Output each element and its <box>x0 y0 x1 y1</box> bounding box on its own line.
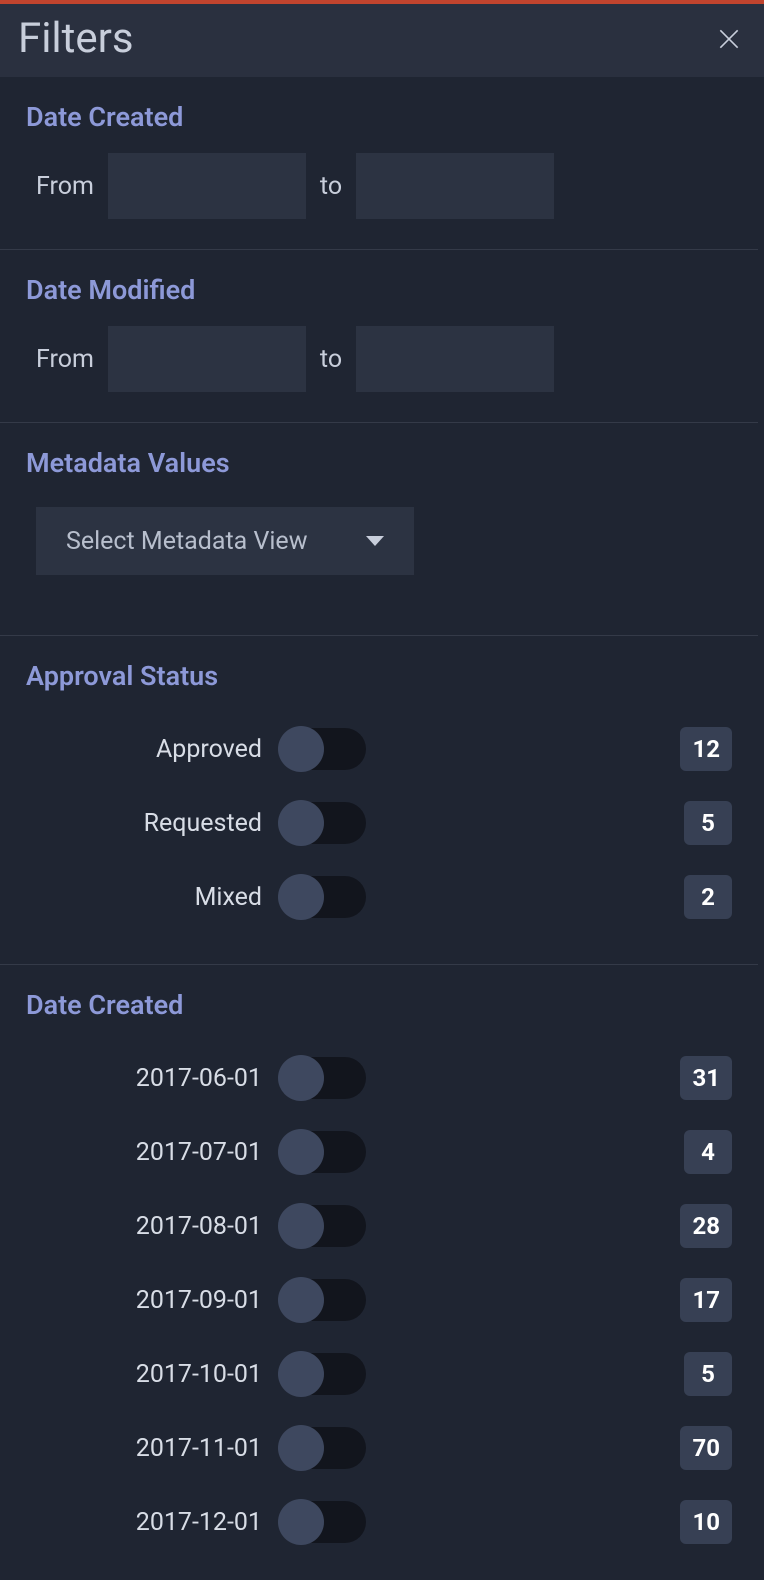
section-date-created: Date Created From to <box>0 77 758 250</box>
toggle-knob <box>278 800 324 846</box>
facet-row-date: 2017-07-01 4 <box>26 1115 732 1189</box>
section-title-date-created: Date Created <box>26 101 732 133</box>
toggle-knob <box>278 1203 324 1249</box>
panel-header: Filters <box>0 4 764 77</box>
date-created-from-input[interactable] <box>108 153 306 219</box>
date-created-to-input[interactable] <box>356 153 554 219</box>
date-created-range: From to <box>26 153 732 219</box>
facet-label: 2017-09-01 <box>26 1286 262 1315</box>
toggle-date-6[interactable] <box>280 1501 366 1543</box>
toggle-knob <box>278 874 324 920</box>
facet-row-date: 2017-11-01 70 <box>26 1411 732 1485</box>
facet-label: 2017-07-01 <box>26 1138 262 1167</box>
section-title-metadata: Metadata Values <box>26 447 732 479</box>
toggle-date-3[interactable] <box>280 1279 366 1321</box>
count-badge: 10 <box>680 1500 732 1544</box>
toggle-date-0[interactable] <box>280 1057 366 1099</box>
facet-row-mixed: Mixed 2 <box>26 860 732 934</box>
panel-title: Filters <box>18 14 134 63</box>
facet-row-approved: Approved 12 <box>26 712 732 786</box>
facet-label: 2017-11-01 <box>26 1434 262 1463</box>
facet-label: 2017-12-01 <box>26 1508 262 1537</box>
toggle-approved[interactable] <box>280 728 366 770</box>
facet-label: 2017-06-01 <box>26 1064 262 1093</box>
toggle-knob <box>278 726 324 772</box>
facet-label: Approved <box>26 735 262 764</box>
toggle-knob <box>278 1351 324 1397</box>
facet-label: Requested <box>26 809 262 838</box>
toggle-knob <box>278 1425 324 1471</box>
section-approval-status: Approval Status Approved 12 Requested 5 … <box>0 636 758 965</box>
toggle-knob <box>278 1277 324 1323</box>
date-modified-range: From to <box>26 326 732 392</box>
toggle-date-1[interactable] <box>280 1131 366 1173</box>
close-button[interactable] <box>712 22 746 56</box>
from-label: From <box>36 172 94 201</box>
count-badge: 17 <box>680 1278 732 1322</box>
count-badge: 2 <box>684 875 732 919</box>
toggle-mixed[interactable] <box>280 876 366 918</box>
count-badge: 70 <box>680 1426 732 1470</box>
toggle-knob <box>278 1055 324 1101</box>
toggle-date-2[interactable] <box>280 1205 366 1247</box>
count-badge: 5 <box>684 801 732 845</box>
from-label: From <box>36 345 94 374</box>
section-title-date-modified: Date Modified <box>26 274 732 306</box>
section-title-approval-status: Approval Status <box>26 660 732 692</box>
toggle-knob <box>278 1129 324 1175</box>
panel-body[interactable]: Date Created From to Date Modified From … <box>0 77 764 1580</box>
toggle-date-4[interactable] <box>280 1353 366 1395</box>
facet-row-date: 2017-12-01 10 <box>26 1485 732 1559</box>
date-modified-to-input[interactable] <box>356 326 554 392</box>
section-metadata-values: Metadata Values Select Metadata View <box>0 423 758 636</box>
toggle-requested[interactable] <box>280 802 366 844</box>
section-date-created-facets: Date Created 2017-06-01 31 2017-07-01 4 … <box>0 965 758 1580</box>
count-badge: 12 <box>680 727 732 771</box>
toggle-knob <box>278 1499 324 1545</box>
date-modified-from-input[interactable] <box>108 326 306 392</box>
facet-row-date: 2017-06-01 31 <box>26 1041 732 1115</box>
section-date-modified: Date Modified From to <box>0 250 758 423</box>
count-badge: 4 <box>684 1130 732 1174</box>
facet-label: 2017-10-01 <box>26 1360 262 1389</box>
facet-row-date: 2017-10-01 5 <box>26 1337 732 1411</box>
toggle-date-5[interactable] <box>280 1427 366 1469</box>
count-badge: 28 <box>680 1204 732 1248</box>
facet-row-requested: Requested 5 <box>26 786 732 860</box>
count-badge: 5 <box>684 1352 732 1396</box>
chevron-down-icon <box>366 536 384 546</box>
facet-label: Mixed <box>26 883 262 912</box>
section-title-date-created-facets: Date Created <box>26 989 732 1021</box>
facet-label: 2017-08-01 <box>26 1212 262 1241</box>
to-label: to <box>320 172 342 201</box>
close-icon <box>716 26 742 52</box>
metadata-view-placeholder: Select Metadata View <box>66 527 307 556</box>
facet-row-date: 2017-09-01 17 <box>26 1263 732 1337</box>
filters-panel: Filters Date Created From to Date Modifi… <box>0 0 764 1580</box>
facet-row-date: 2017-08-01 28 <box>26 1189 732 1263</box>
to-label: to <box>320 345 342 374</box>
metadata-view-select[interactable]: Select Metadata View <box>36 507 414 575</box>
count-badge: 31 <box>680 1056 732 1100</box>
